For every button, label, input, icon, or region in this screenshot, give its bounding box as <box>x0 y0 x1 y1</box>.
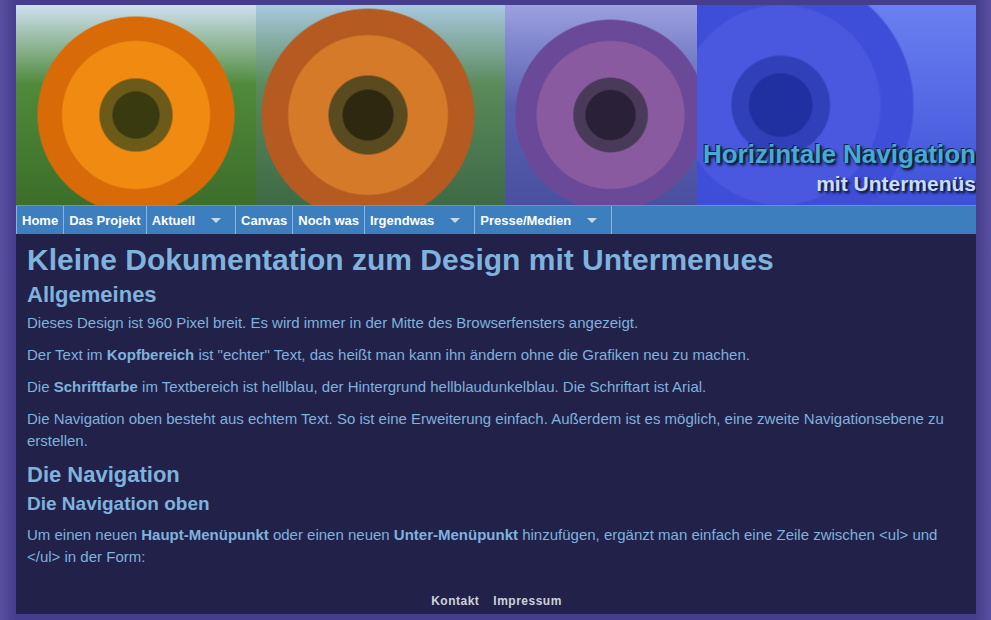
article: Kleine Dokumentation zum Design mit Unte… <box>27 242 966 578</box>
bold-text: Unter-Menüpunkt <box>394 526 518 543</box>
dropdown-arrow-icon[interactable] <box>211 218 221 223</box>
bold-text: Kopfbereich <box>107 346 195 363</box>
header-banner: Horizintale Navigation mit Untermenüs <box>16 5 976 205</box>
nav-item[interactable]: Aktuell <box>147 206 236 234</box>
heading: Allgemeines <box>27 282 966 308</box>
paragraph: Dieses Design ist 960 Pixel breit. Es wi… <box>27 312 966 334</box>
heading: Die Navigation <box>27 462 966 488</box>
footer: Kontakt Impressum <box>27 594 966 610</box>
nav-item[interactable]: Home <box>16 206 64 234</box>
site-title: Horizintale Navigation <box>703 138 976 170</box>
nav-label[interactable]: Presse/Medien <box>480 213 571 228</box>
page: Horizintale Navigation mit Untermenüs Ho… <box>16 5 976 614</box>
text: ist "echter" Text, das heißt man kann ih… <box>194 346 750 363</box>
sunflower-photo <box>505 5 697 205</box>
text: oder einen neuen <box>269 526 394 543</box>
nav-label[interactable]: Noch was <box>298 213 359 228</box>
bold-text: Haupt-Menüpunkt <box>141 526 268 543</box>
text: Die Navigation oben besteht aus echtem T… <box>27 410 944 449</box>
text: Dieses Design ist 960 Pixel breit. Es wi… <box>27 314 638 331</box>
nav-label[interactable]: Home <box>22 213 58 228</box>
paragraph: Um einen neuen Haupt-Menüpunkt oder eine… <box>27 524 966 568</box>
nav-item[interactable]: Irgendwas <box>365 206 475 234</box>
text: im Textbereich ist hellblau, der Hinterg… <box>138 378 706 395</box>
nav-item[interactable]: Presse/Medien <box>475 206 612 234</box>
footer-link[interactable]: Impressum <box>493 594 562 608</box>
dropdown-arrow-icon[interactable] <box>450 218 460 223</box>
site-subtitle: mit Untermenüs <box>816 170 976 198</box>
nav-label[interactable]: Irgendwas <box>370 213 434 228</box>
nav-label[interactable]: Canvas <box>241 213 287 228</box>
dropdown-arrow-icon[interactable] <box>587 218 597 223</box>
paragraph: Die Navigation oben besteht aus echtem T… <box>27 408 966 452</box>
nav-item[interactable]: Canvas <box>236 206 293 234</box>
heading: Kleine Dokumentation zum Design mit Unte… <box>27 242 966 278</box>
content-area: Kleine Dokumentation zum Design mit Unte… <box>16 234 976 614</box>
nav-label[interactable]: Das Projekt <box>69 213 141 228</box>
heading: Die Navigation oben <box>27 492 966 516</box>
bold-text: Schriftfarbe <box>54 378 138 395</box>
nav-label[interactable]: Aktuell <box>152 213 195 228</box>
header-text: Horizintale Navigation mit Untermenüs <box>703 138 976 198</box>
nav-item[interactable]: Das Projekt <box>64 206 147 234</box>
paragraph: Die Schriftfarbe im Textbereich ist hell… <box>27 376 966 398</box>
sunflower-photo <box>16 5 256 205</box>
nav-item[interactable]: Noch was <box>293 206 365 234</box>
sunflower-photo <box>256 5 505 205</box>
paragraph: Der Text im Kopfbereich ist "echter" Tex… <box>27 344 966 366</box>
footer-link[interactable]: Kontakt <box>431 594 479 608</box>
text: Um einen neuen <box>27 526 141 543</box>
text: Die <box>27 378 54 395</box>
main-navigation: Home Das Projekt Aktuell Canvas Noch was Irge… <box>16 205 976 234</box>
text: Der Text im <box>27 346 107 363</box>
